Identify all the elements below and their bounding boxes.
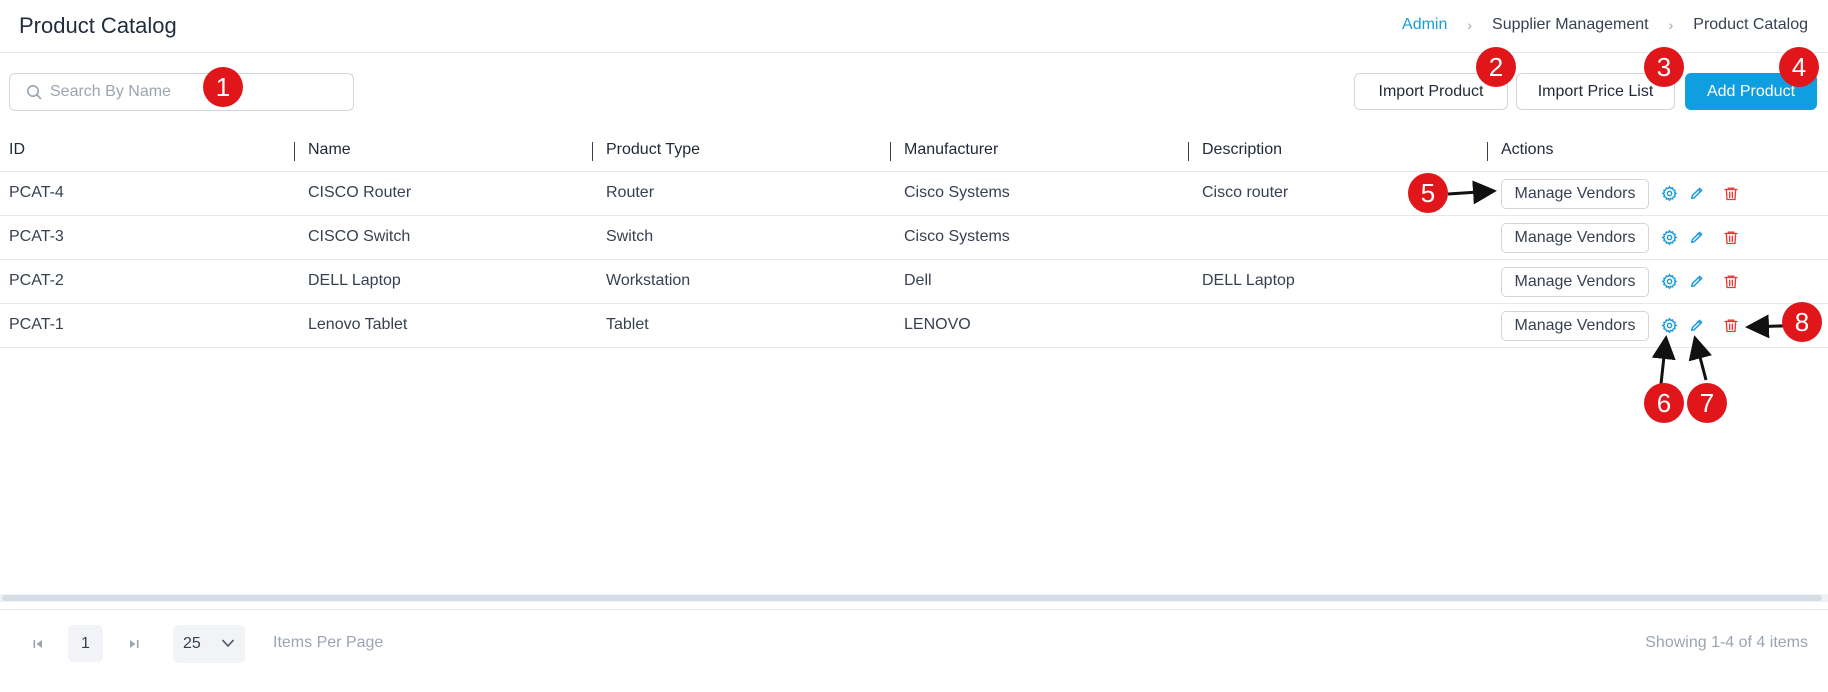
cell-id: PCAT-1 [9,316,64,333]
cell-id: PCAT-2 [9,272,64,289]
cell-manufacturer: Cisco Systems [904,184,1010,201]
last-page-icon[interactable] [124,634,144,654]
column-resizer[interactable] [294,142,295,161]
items-per-page-label: Items Per Page [273,634,384,651]
trash-icon[interactable] [1721,227,1741,247]
cell-product-type: Switch [606,228,654,245]
breadcrumb: Admin › Supplier Management › Product Ca… [1402,16,1808,34]
page-header: Product Catalog Admin › Supplier Managem… [0,0,1828,53]
column-resizer[interactable] [890,142,891,161]
table-body: PCAT-4 CISCO Router Router Cisco Systems… [0,172,1828,348]
table-row[interactable]: PCAT-3 CISCO Switch Switch Cisco Systems… [0,216,1828,260]
cell-manufacturer: Dell [904,272,932,289]
chevron-down-icon [221,639,235,648]
showing-count: Showing 1-4 of 4 items [1645,634,1808,651]
callout-badge-6: 6 [1644,383,1684,423]
cell-description: Cisco router [1202,184,1289,201]
callout-badge-5: 5 [1408,173,1448,213]
scrollbar-thumb[interactable] [2,595,1822,601]
page-number-button[interactable]: 1 [68,625,103,662]
items-per-page-select[interactable]: 25 [173,625,245,663]
cell-id: PCAT-3 [9,228,64,245]
trash-icon[interactable] [1721,183,1741,203]
trash-icon[interactable] [1721,271,1741,291]
column-header-actions: Actions [1501,141,1554,158]
cell-product-type: Workstation [606,272,691,289]
table-row[interactable]: PCAT-4 CISCO Router Router Cisco Systems… [0,172,1828,216]
cell-product-type: Tablet [606,316,649,333]
callout-badge-7: 7 [1687,383,1727,423]
pencil-icon[interactable] [1687,315,1707,335]
breadcrumb-separator-icon: › [1467,17,1473,33]
cell-manufacturer: Cisco Systems [904,228,1010,245]
manage-vendors-button[interactable]: Manage Vendors [1501,311,1649,341]
cell-name: DELL Laptop [308,272,401,289]
horizontal-scrollbar[interactable] [0,594,1828,602]
callout-badge-2: 2 [1476,47,1516,87]
manage-vendors-button[interactable]: Manage Vendors [1501,223,1649,253]
pencil-icon[interactable] [1687,183,1707,203]
column-header-id[interactable]: ID [9,141,25,159]
cell-name: Lenovo Tablet [308,316,408,333]
page-title: Product Catalog [19,13,177,38]
breadcrumb-product-catalog: Product Catalog [1693,16,1808,33]
search-icon [27,85,42,100]
first-page-icon[interactable] [28,634,48,654]
column-header-name[interactable]: Name [308,141,351,159]
items-per-page-value: 25 [183,635,201,652]
column-resizer[interactable] [1487,142,1488,161]
breadcrumb-supplier-management[interactable]: Supplier Management [1492,16,1649,34]
cell-product-type: Router [606,184,655,201]
manage-vendors-button[interactable]: Manage Vendors [1501,267,1649,297]
search-input[interactable] [50,83,330,101]
column-header-product-type[interactable]: Product Type [606,141,700,159]
breadcrumb-admin[interactable]: Admin [1402,16,1447,34]
trash-icon[interactable] [1721,315,1741,335]
gear-icon[interactable] [1659,271,1679,291]
column-header-description[interactable]: Description [1202,141,1282,159]
column-resizer[interactable] [1188,142,1189,161]
manage-vendors-button[interactable]: Manage Vendors [1501,179,1649,209]
cell-name: CISCO Router [308,184,412,201]
cell-name: CISCO Switch [308,228,411,245]
table-header: ID Name Product Type Manufacturer Descri… [0,130,1828,172]
breadcrumb-separator-icon: › [1668,17,1674,33]
product-table: ID Name Product Type Manufacturer Descri… [0,130,1828,348]
callout-badge-8: 8 [1782,302,1822,342]
callout-badge-4: 4 [1779,47,1819,87]
pencil-icon[interactable] [1687,271,1707,291]
column-resizer[interactable] [592,142,593,161]
table-row[interactable]: PCAT-1 Lenovo Tablet Tablet LENOVO Manag… [0,304,1828,348]
callout-badge-1: 1 [203,67,243,107]
gear-icon[interactable] [1659,227,1679,247]
pencil-icon[interactable] [1687,227,1707,247]
search-box [9,73,354,111]
callout-badge-3: 3 [1644,47,1684,87]
cell-id: PCAT-4 [9,184,64,201]
table-row[interactable]: PCAT-2 DELL Laptop Workstation Dell DELL… [0,260,1828,304]
column-header-manufacturer[interactable]: Manufacturer [904,141,998,159]
gear-icon[interactable] [1659,315,1679,335]
cell-manufacturer: LENOVO [904,316,971,333]
gear-icon[interactable] [1659,183,1679,203]
cell-description: DELL Laptop [1202,272,1295,289]
